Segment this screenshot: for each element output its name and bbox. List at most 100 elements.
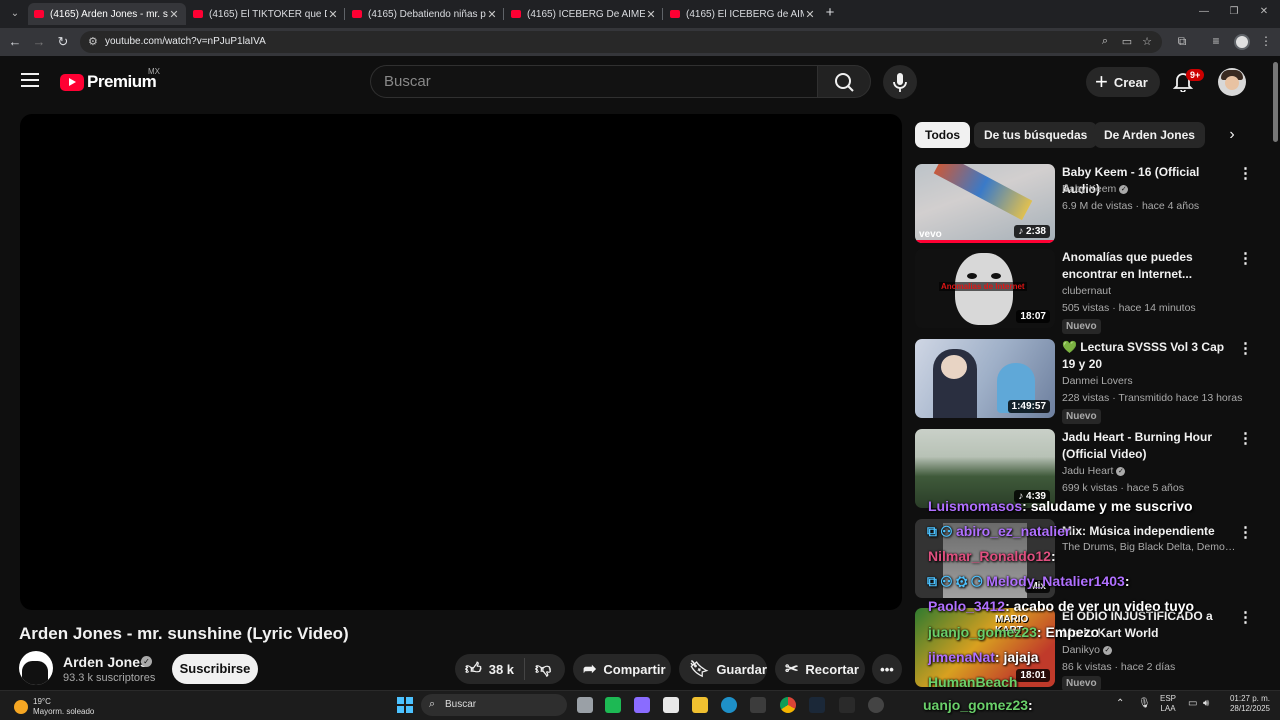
- restore-icon[interactable]: ❐: [1226, 6, 1242, 17]
- video-thumbnail[interactable]: Anomalias de Internet 18:07: [915, 249, 1055, 328]
- recommended-video[interactable]: Anomalias de Internet 18:07 Anomalías qu…: [915, 249, 1255, 334]
- extensions-icon[interactable]: ⧉: [1174, 34, 1190, 49]
- video-thumbnail[interactable]: vevo ♪ 2:38: [915, 164, 1055, 243]
- search-field[interactable]: [370, 65, 817, 98]
- site-info-icon[interactable]: ⚙: [88, 35, 98, 48]
- browser-tab[interactable]: (4165) El ICEBERG de AIMEP3 ( ✕: [664, 3, 822, 25]
- language-indicator[interactable]: ESP LAA: [1160, 694, 1176, 714]
- tab-close-icon[interactable]: ✕: [486, 8, 498, 21]
- more-vert-icon[interactable]: ⋮: [1238, 166, 1253, 182]
- recommended-title[interactable]: Mix: Música independiente: [1062, 523, 1232, 540]
- browser-tab[interactable]: (4165) ICEBERG De AIMEP3 (Em ✕: [505, 3, 663, 25]
- video-thumbnail[interactable]: 1:49:57: [915, 339, 1055, 418]
- scroll-thumb[interactable]: [1273, 62, 1278, 142]
- minimize-icon[interactable]: —: [1196, 6, 1212, 17]
- create-button[interactable]: + Crear: [1086, 67, 1160, 97]
- edge-icon[interactable]: [721, 697, 737, 713]
- chat-username: Nilmar_Ronaldo12: [928, 548, 1051, 564]
- recommended-title[interactable]: Anomalías que puedes encontrar en Intern…: [1062, 249, 1232, 283]
- tab-search-menu-icon[interactable]: ⌄: [6, 5, 24, 23]
- more-vert-icon[interactable]: ⋮: [1238, 341, 1253, 357]
- chip-todos[interactable]: Todos: [915, 122, 971, 148]
- chrome-icon[interactable]: [780, 697, 796, 713]
- cast-icon[interactable]: ▭: [1120, 35, 1134, 48]
- recommended-video[interactable]: 1:49:57 💚 Lectura SVSSS Vol 3 Cap 19 y 2…: [915, 339, 1255, 424]
- zoom-icon[interactable]: ⌕: [1098, 35, 1112, 48]
- app-icon[interactable]: [750, 697, 766, 713]
- file-explorer-icon[interactable]: [692, 697, 708, 713]
- app-icon[interactable]: [839, 697, 855, 713]
- browser-tab[interactable]: (4165) El TIKTOKER que DICE SER ✕: [187, 3, 345, 25]
- more-vert-icon[interactable]: ⋮: [1238, 251, 1253, 267]
- back-icon[interactable]: ←: [7, 34, 23, 50]
- like-thumb-icon[interactable]: 👍︎: [465, 660, 482, 679]
- more-actions-button[interactable]: •••: [872, 654, 902, 684]
- obs-icon[interactable]: [868, 697, 884, 713]
- chip-de-tus-busquedas[interactable]: De tus búsquedas: [974, 122, 1098, 148]
- chat-text: : acabo de ver un video tuyo: [1005, 598, 1195, 614]
- browser-tab[interactable]: (4165) Arden Jones - mr. sunshine (Lyric…: [28, 3, 186, 25]
- address-bar[interactable]: ⚙ youtube.com/watch?v=nPJuP1laIVA ⌕ ▭ ☆: [80, 31, 1162, 53]
- store-icon[interactable]: [663, 697, 679, 713]
- duration-badge: 18:07: [1016, 310, 1050, 323]
- browser-tab[interactable]: (4165) Debatiendo niñas precoces ✕: [346, 3, 504, 25]
- recommended-title[interactable]: Jadu Heart - Burning Hour (Official Vide…: [1062, 429, 1232, 463]
- chrome-menu-icon[interactable]: ⋮: [1258, 34, 1274, 48]
- recommended-video[interactable]: ♪ 4:39 Jadu Heart - Burning Hour (Offici…: [915, 429, 1255, 508]
- recommended-title[interactable]: 💚 Lectura SVSSS Vol 3 Cap 19 y 20: [1062, 339, 1232, 373]
- search-input[interactable]: [371, 66, 817, 97]
- menu-icon[interactable]: [21, 73, 39, 87]
- youtube-logo[interactable]: Premium MX: [60, 67, 160, 92]
- youtube-favicon-icon: [34, 10, 44, 18]
- tab-title: (4165) El TIKTOKER que DICE SER: [209, 8, 327, 20]
- recommended-video[interactable]: vevo ♪ 2:38 Baby Keem - 16 (Official Aud…: [915, 164, 1255, 243]
- close-window-icon[interactable]: ✕: [1256, 6, 1272, 17]
- browser-profile-avatar[interactable]: [1234, 34, 1250, 50]
- more-vert-icon[interactable]: ⋮: [1238, 610, 1253, 626]
- forward-icon[interactable]: →: [31, 34, 47, 50]
- save-button[interactable]: 🔖︎ Guardar: [679, 654, 767, 684]
- clip-button[interactable]: ✂ Recortar: [775, 654, 865, 684]
- voice-search-button[interactable]: [883, 65, 917, 99]
- share-button[interactable]: ➦ Compartir: [573, 654, 671, 684]
- chat-text: :: [1050, 548, 1056, 564]
- bookmark-star-icon[interactable]: ☆: [1140, 35, 1154, 48]
- tab-close-icon[interactable]: ✕: [804, 8, 816, 21]
- video-thumbnail[interactable]: ♪ 4:39: [915, 429, 1055, 508]
- url-text[interactable]: youtube.com/watch?v=nPJuP1laIVA: [105, 36, 266, 47]
- more-vert-icon[interactable]: ⋮: [1238, 525, 1253, 541]
- task-view-icon[interactable]: [577, 697, 593, 713]
- steam-icon[interactable]: [809, 697, 825, 713]
- reload-icon[interactable]: ↻: [55, 34, 71, 50]
- copilot-icon[interactable]: [634, 697, 650, 713]
- tab-title: (4165) Debatiendo niñas precoces: [368, 8, 486, 20]
- tab-close-icon[interactable]: ✕: [327, 8, 339, 21]
- chip-de-arden-jones[interactable]: De Arden Jones: [1094, 122, 1205, 148]
- taskbar-search[interactable]: ⌕ Buscar: [421, 694, 567, 716]
- tray-chevron-icon[interactable]: ⌃: [1116, 698, 1124, 709]
- dislike-thumb-icon[interactable]: 👎︎: [535, 660, 551, 679]
- tab-close-icon[interactable]: ✕: [645, 8, 657, 21]
- chat-text: : saludame y me suscrivo: [1022, 498, 1193, 514]
- network-icon[interactable]: ▭: [1188, 698, 1197, 709]
- more-vert-icon[interactable]: ⋮: [1238, 431, 1253, 447]
- youtube-favicon-icon: [352, 10, 362, 18]
- channel-avatar[interactable]: [19, 651, 53, 685]
- volume-icon[interactable]: 🔊︎: [1203, 698, 1209, 709]
- like-count[interactable]: 38 k: [489, 662, 514, 677]
- channel-name[interactable]: Arden Jones: [63, 654, 148, 670]
- new-tab-button[interactable]: +: [822, 5, 838, 21]
- tab-title: (4165) ICEBERG De AIMEP3 (Em: [527, 8, 645, 20]
- mic-tray-icon[interactable]: 🎙︎: [1138, 698, 1151, 709]
- tab-close-icon[interactable]: ✕: [168, 8, 180, 21]
- page-scrollbar[interactable]: [1270, 56, 1280, 690]
- app-icon[interactable]: [605, 697, 621, 713]
- search-button[interactable]: [817, 65, 871, 98]
- video-player[interactable]: [20, 114, 902, 610]
- clock[interactable]: 01:27 p. m. 28/12/2025: [1222, 694, 1270, 714]
- windows-start-icon[interactable]: [397, 697, 413, 713]
- reading-list-icon[interactable]: ≡: [1208, 34, 1224, 48]
- user-avatar[interactable]: [1218, 68, 1246, 96]
- subscribe-button[interactable]: Suscribirse: [172, 654, 258, 684]
- chevron-right-icon[interactable]: ›: [1222, 125, 1242, 145]
